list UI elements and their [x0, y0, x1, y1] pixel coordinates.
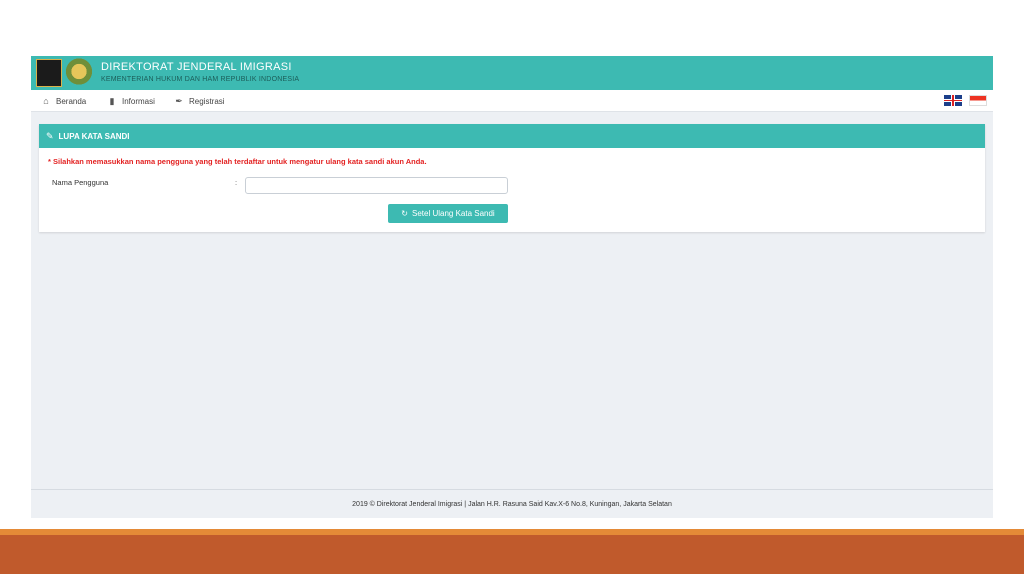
instruction-notice: * Silahkan memasukkan nama pengguna yang…	[48, 157, 427, 166]
panel-header: ✎ LUPA KATA SANDI	[39, 124, 985, 148]
ministry-logo-icon	[36, 59, 62, 87]
site-subtitle: KEMENTERIAN HUKUM DAN HAM REPUBLIK INDON…	[101, 76, 300, 83]
brush-icon: ✒	[175, 95, 183, 106]
website-screenshot: DIREKTORAT JENDERAL IMIGRASI KEMENTERIAN…	[31, 56, 993, 518]
nav-item-label: Beranda	[56, 96, 87, 106]
label-colon: :	[235, 178, 238, 187]
site-footer: 2019 © Direktorat Jenderal Imigrasi | Ja…	[31, 489, 993, 518]
slide: DIREKTORAT JENDERAL IMIGRASI KEMENTERIAN…	[0, 0, 1024, 574]
slide-bottom-bar	[0, 535, 1024, 574]
english-flag-icon[interactable]	[944, 95, 962, 106]
nav-item-informasi[interactable]: ▮ Informasi	[107, 95, 155, 107]
site-header: DIREKTORAT JENDERAL IMIGRASI KEMENTERIAN…	[31, 56, 993, 90]
footer-text: 2019 © Direktorat Jenderal Imigrasi | Ja…	[352, 500, 672, 508]
home-icon: ⌂	[43, 96, 49, 106]
username-input[interactable]	[245, 177, 508, 194]
nav-item-beranda[interactable]: ⌂ Beranda	[41, 95, 86, 107]
site-title: DIREKTORAT JENDERAL IMIGRASI	[101, 61, 292, 73]
indonesia-flag-icon[interactable]	[969, 95, 987, 106]
reset-password-button[interactable]: ↻ Setel Ulang Kata Sandi	[388, 204, 508, 223]
nav-item-label: Informasi	[122, 96, 155, 106]
reset-password-button-label: Setel Ulang Kata Sandi	[411, 209, 495, 218]
nav-item-registrasi[interactable]: ✒ Registrasi	[174, 95, 225, 107]
refresh-icon: ↻	[401, 209, 408, 218]
nav-bar: ⌂ Beranda ▮ Informasi ✒ Registrasi	[31, 90, 993, 112]
username-label: Nama Pengguna	[52, 178, 109, 187]
nav-item-label: Registrasi	[189, 96, 225, 106]
edit-icon: ✎	[46, 130, 54, 141]
panel-title: LUPA KATA SANDI	[58, 131, 130, 141]
forgot-password-panel: ✎ LUPA KATA SANDI * Silahkan memasukkan …	[39, 124, 985, 232]
book-icon: ▮	[109, 95, 115, 106]
immigration-emblem-icon	[65, 58, 93, 88]
